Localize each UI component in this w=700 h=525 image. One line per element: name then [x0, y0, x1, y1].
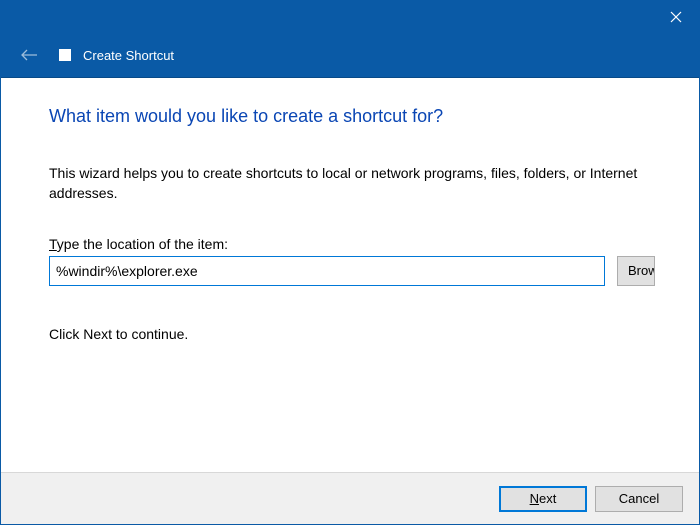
close-icon [670, 11, 682, 23]
dialog-footer: Next Cancel [1, 472, 699, 524]
continue-hint: Click Next to continue. [49, 326, 655, 342]
dialog-header: Create Shortcut [1, 33, 699, 78]
cancel-button[interactable]: Cancel [595, 486, 683, 512]
back-button[interactable] [17, 43, 41, 67]
next-button[interactable]: Next [499, 486, 587, 512]
dialog-title: Create Shortcut [83, 48, 174, 63]
location-input[interactable] [49, 256, 605, 286]
create-shortcut-dialog: Create Shortcut What item would you like… [0, 0, 700, 525]
location-row: Browse... [49, 256, 655, 286]
dialog-content: What item would you like to create a sho… [1, 78, 699, 472]
page-heading: What item would you like to create a sho… [49, 106, 655, 127]
titlebar [1, 1, 699, 33]
location-label: Type the location of the item: [49, 236, 655, 252]
close-button[interactable] [653, 1, 699, 33]
browse-button[interactable]: Browse... [617, 256, 655, 286]
wizard-description: This wizard helps you to create shortcut… [49, 163, 655, 204]
arrow-left-icon [20, 48, 38, 62]
shortcut-icon [59, 49, 71, 61]
